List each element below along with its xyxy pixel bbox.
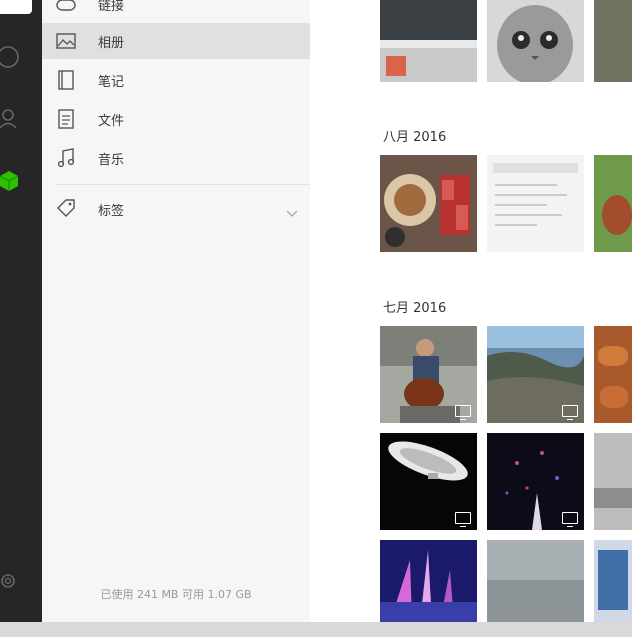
month-heading: 八月 2016 [383,130,447,145]
photo-thumbnail[interactable] [487,155,584,252]
storage-usage: 已使用 241 MB 可用 1.07 GB [100,588,252,601]
photo-thumbnail[interactable] [380,540,477,622]
photo-thumbnail[interactable] [487,433,584,530]
image-icon [54,29,78,53]
video-icon [455,405,471,420]
link-icon [54,0,78,16]
month-heading: 七月 2016 [383,301,447,316]
sidebar-item-label: 文件 [98,113,125,129]
sidebar-item-album[interactable]: 相册 [42,23,310,59]
favorites-cube-icon[interactable] [0,170,22,192]
video-icon [562,405,578,420]
photo-thumbnail[interactable] [594,433,632,530]
sidebar-item-music[interactable]: 音乐 [42,140,310,176]
tag-icon [54,197,78,221]
photo-thumbnail[interactable] [380,326,477,423]
photo-thumbnail[interactable] [594,0,632,82]
photo-thumbnail[interactable] [594,326,632,423]
video-icon [562,512,578,527]
sidebar-item-label: 笔记 [98,74,125,90]
sidebar-item-tags[interactable]: 标签 [42,191,310,227]
sidebar-item-label: 链接 [98,0,125,14]
file-icon [54,107,78,131]
notebook-icon [54,68,78,92]
photo-thumbnail[interactable] [380,0,477,82]
sidebar: 链接 相册 笔记 文件 音乐 标签 已使用 241 MB 可用 1.07 GB [42,0,310,622]
chevron-down-icon[interactable] [286,203,298,222]
photo-thumbnail[interactable] [487,326,584,423]
photo-thumbnail[interactable] [380,155,477,252]
photo-gallery: 八月 2016 七月 2016 [310,0,632,622]
avatar[interactable] [0,0,32,14]
settings-gear-icon[interactable] [0,570,22,592]
app-rail [0,0,42,622]
photo-thumbnail[interactable] [487,540,584,622]
music-note-icon [54,146,78,170]
contacts-icon[interactable] [0,108,22,130]
photo-thumbnail[interactable] [594,540,632,622]
sidebar-divider [56,184,310,185]
sidebar-item-files[interactable]: 文件 [42,101,310,137]
sidebar-item-label: 音乐 [98,152,125,168]
window-bottom-edge [0,622,632,637]
video-icon [455,512,471,527]
photo-thumbnail[interactable] [487,0,584,82]
photo-thumbnail[interactable] [380,433,477,530]
sidebar-item-label: 标签 [98,203,125,219]
chat-icon[interactable] [0,46,22,68]
photo-thumbnail[interactable] [594,155,632,252]
sidebar-item-links[interactable]: 链接 [42,0,310,22]
sidebar-item-notes[interactable]: 笔记 [42,62,310,98]
sidebar-item-label: 相册 [98,35,125,51]
